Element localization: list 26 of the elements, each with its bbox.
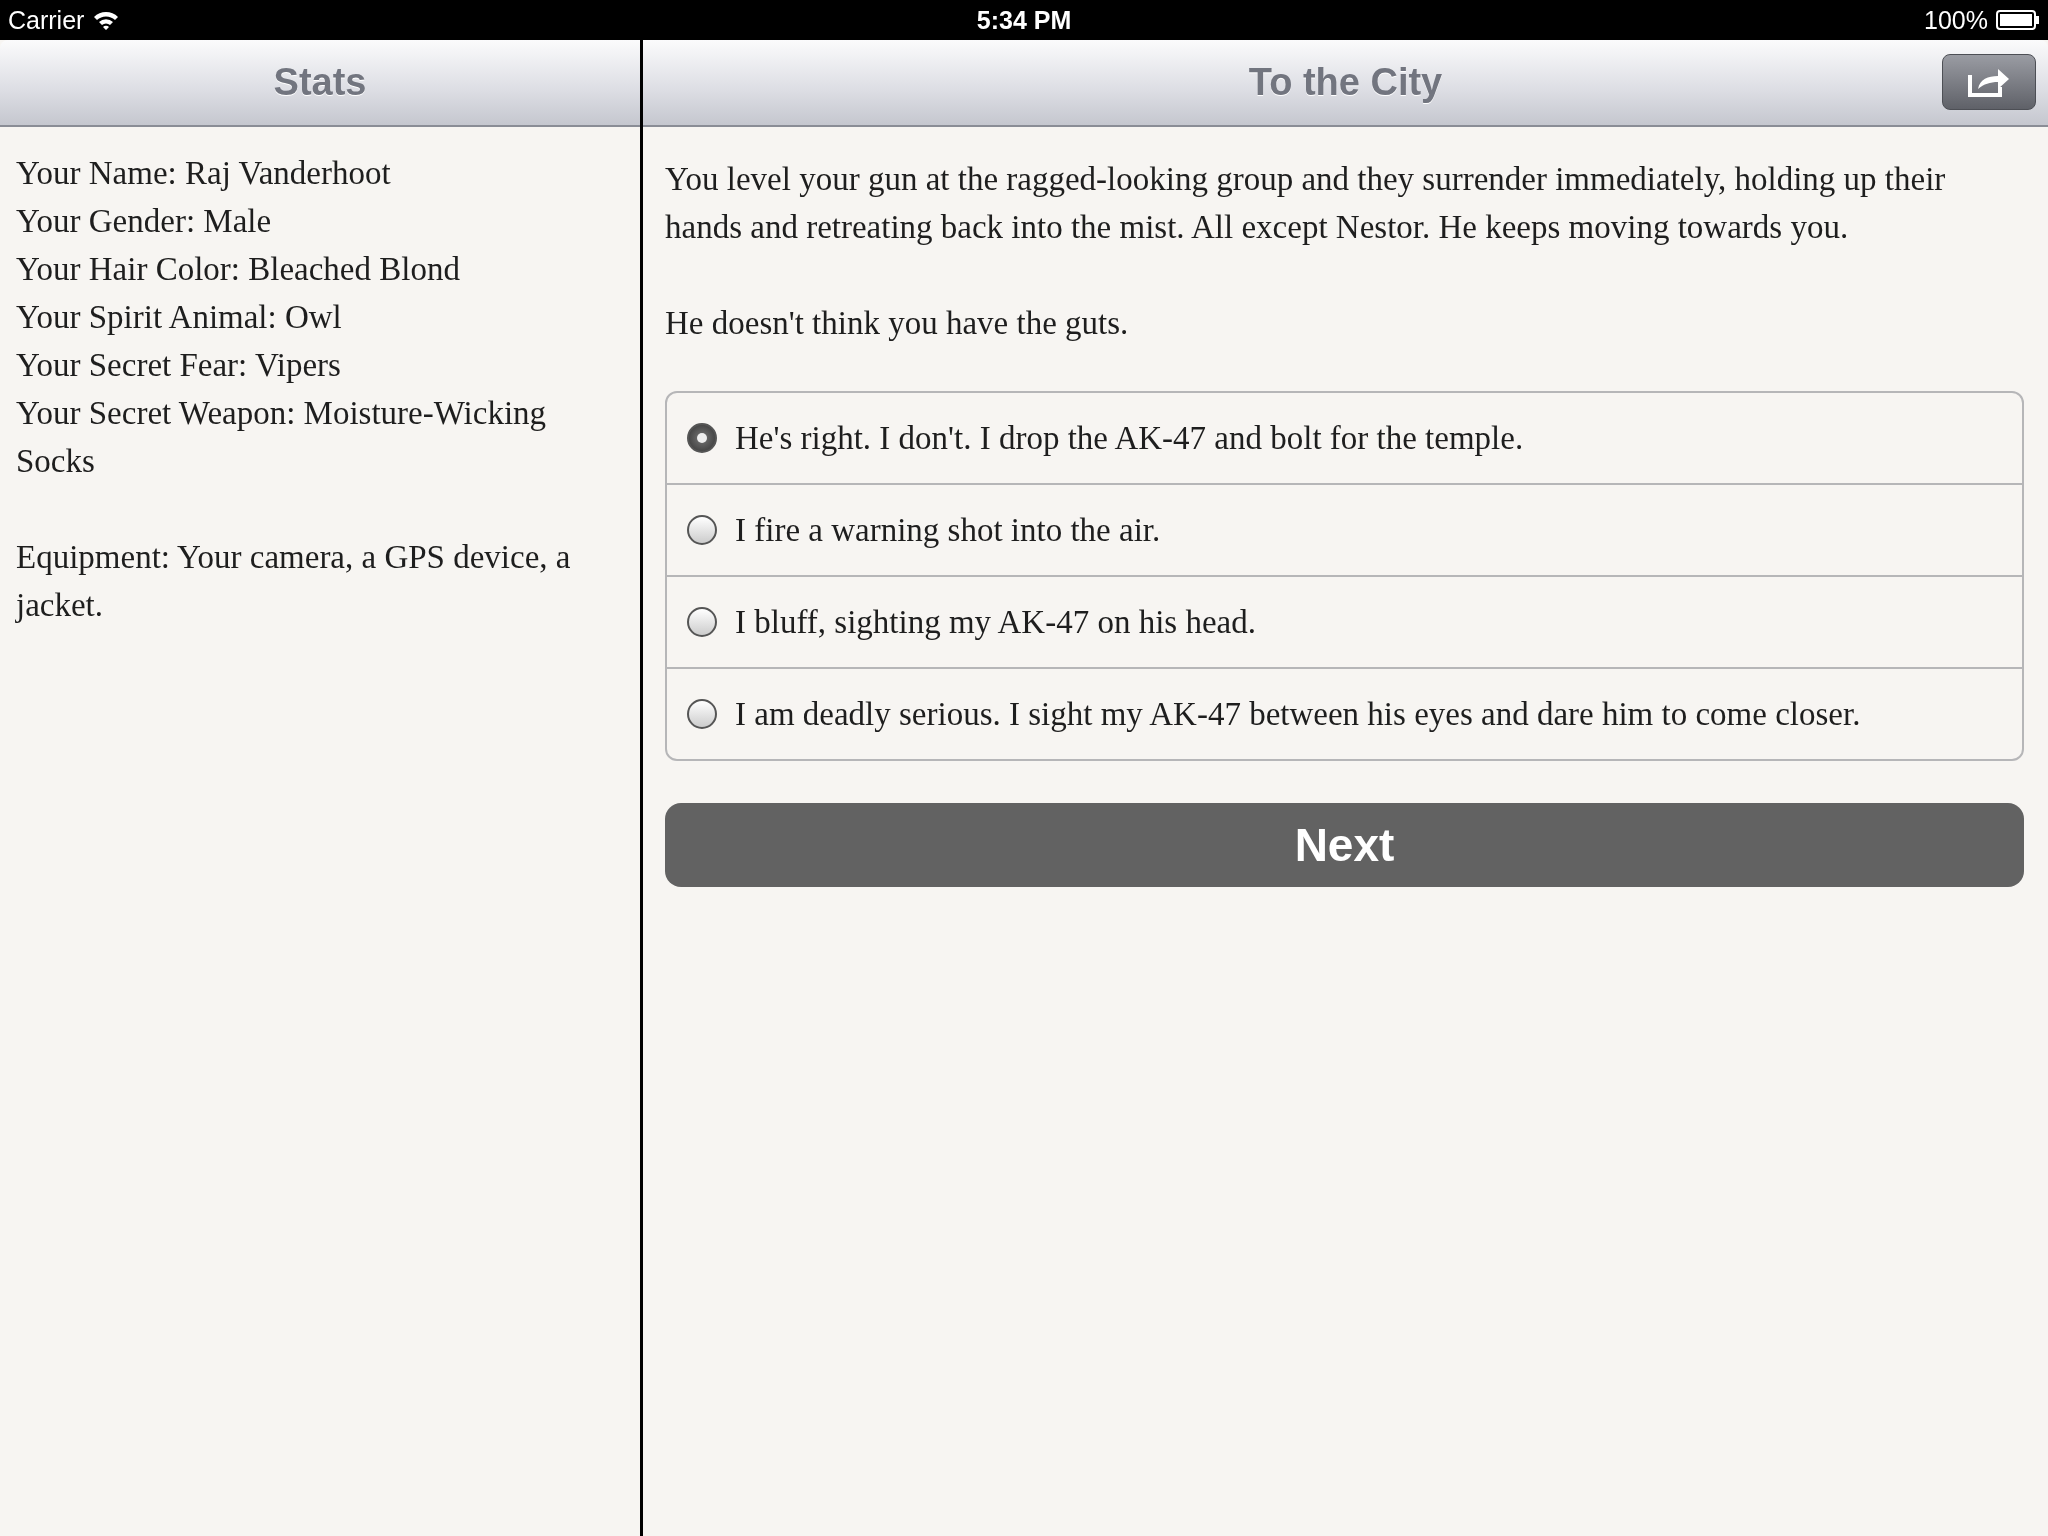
- story-paragraph: You level your gun at the ragged-looking group and they surrender immediately, holding up their hands and retreating back into the mist. All except Nestor. He keeps moving towards you.: [665, 160, 1947, 247]
- battery-icon: [1996, 9, 2040, 31]
- story-paragraph: He doesn't think you have the guts.: [665, 304, 1130, 343]
- choice-option[interactable]: I bluff, sighting my AK-47 on his head.: [667, 575, 2022, 667]
- stat-line: Your Spirit Animal: Owl: [16, 298, 343, 337]
- status-time: 5:34 PM: [976, 5, 1072, 35]
- radio-button[interactable]: [687, 699, 717, 729]
- choice-option[interactable]: I fire a warning shot into the air.: [667, 483, 2022, 575]
- share-button[interactable]: [1942, 54, 2036, 110]
- stat-line: Your Secret Weapon: Moisture-Wicking Socks: [16, 394, 548, 481]
- stat-line: Your Name: Raj Vanderhoot: [16, 154, 392, 193]
- carrier-label: Carrier: [8, 5, 85, 35]
- sidebar-title: Stats: [273, 61, 367, 104]
- wifi-icon: [92, 9, 121, 31]
- choice-option[interactable]: He's right. I don't. I drop the AK-47 and bolt for the temple.: [667, 393, 2022, 483]
- equipment-text: Equipment: Your camera, a GPS device, a jacket.: [16, 538, 572, 625]
- stat-line: Your Secret Fear: Vipers: [16, 346, 342, 385]
- stat-line: Your Hair Color: Bleached Blond: [16, 250, 461, 289]
- radio-button[interactable]: [687, 515, 717, 545]
- stat-line: Your Gender: Male: [16, 202, 273, 241]
- radio-button[interactable]: [687, 423, 717, 453]
- choice-option[interactable]: I am deadly serious. I sight my AK-47 between his eyes and dare him to come closer.: [667, 667, 2022, 759]
- radio-button[interactable]: [687, 607, 717, 637]
- battery-percent: 100%: [1924, 5, 1988, 35]
- next-button[interactable]: Next: [665, 803, 2024, 887]
- page-title: To the City: [1248, 61, 1443, 104]
